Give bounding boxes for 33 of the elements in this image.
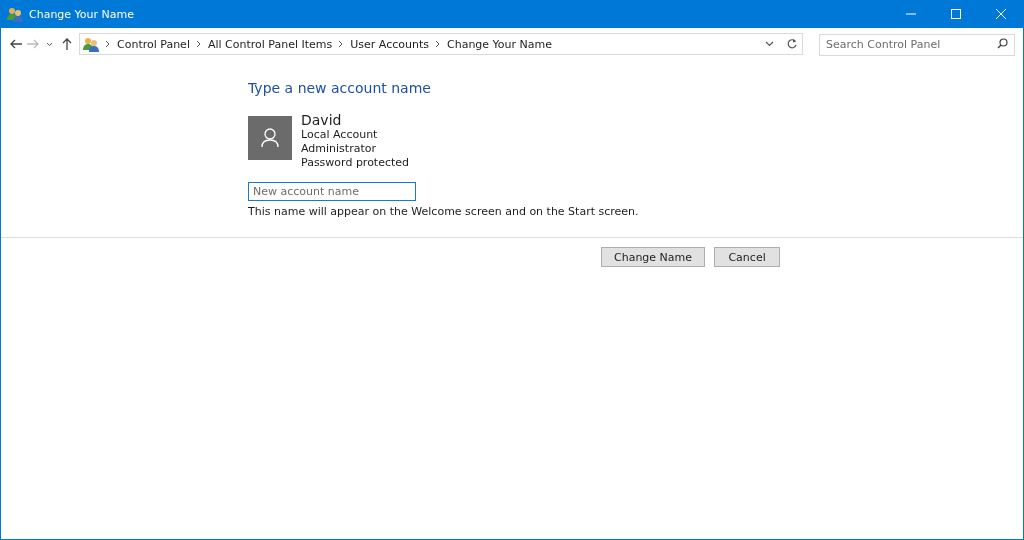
hint-text: This name will appear on the Welcome screen and on the Start screen. — [248, 205, 640, 218]
account-detail: Administrator — [301, 142, 377, 156]
forward-arrow-icon — [26, 39, 39, 49]
chevron-icon — [435, 40, 441, 48]
breadcrumb[interactable]: Change Your Name — [447, 37, 553, 51]
up-arrow-icon — [61, 38, 72, 50]
users-icon — [83, 36, 99, 52]
change-name-button[interactable]: Change Name — [601, 247, 706, 267]
page-heading: Type a new account name — [248, 80, 432, 96]
breadcrumb[interactable]: All Control Panel Items — [207, 37, 333, 51]
account-detail: Local Account — [301, 128, 379, 142]
search-icon — [997, 38, 1008, 49]
account-name-field[interactable]: New account name — [248, 182, 416, 201]
minimize-icon — [905, 13, 916, 15]
caret-icon — [46, 41, 53, 47]
cancel-button[interactable]: Cancel — [714, 247, 781, 267]
account-detail: Password protected — [301, 156, 410, 170]
window-title: Change Your Name — [29, 7, 136, 21]
back-arrow-icon — [9, 39, 22, 49]
dropdown-icon[interactable] — [765, 41, 774, 47]
maximize-icon — [950, 9, 961, 19]
close-icon — [995, 9, 1006, 19]
search-field[interactable]: Search Control Panel — [819, 33, 1015, 56]
account-name: David — [301, 112, 343, 128]
breadcrumb[interactable]: Control Panel — [117, 37, 190, 51]
users-icon — [7, 6, 23, 22]
address-bar[interactable]: Control Panel All Control Panel Items User Accounts Change Your Name — [79, 33, 803, 55]
chevron-icon — [195, 40, 202, 48]
refresh-icon[interactable] — [786, 38, 798, 50]
chevron-icon — [105, 40, 111, 48]
breadcrumb[interactable]: User Accounts — [350, 37, 429, 51]
user-avatar — [248, 116, 292, 160]
chevron-icon — [338, 40, 345, 48]
